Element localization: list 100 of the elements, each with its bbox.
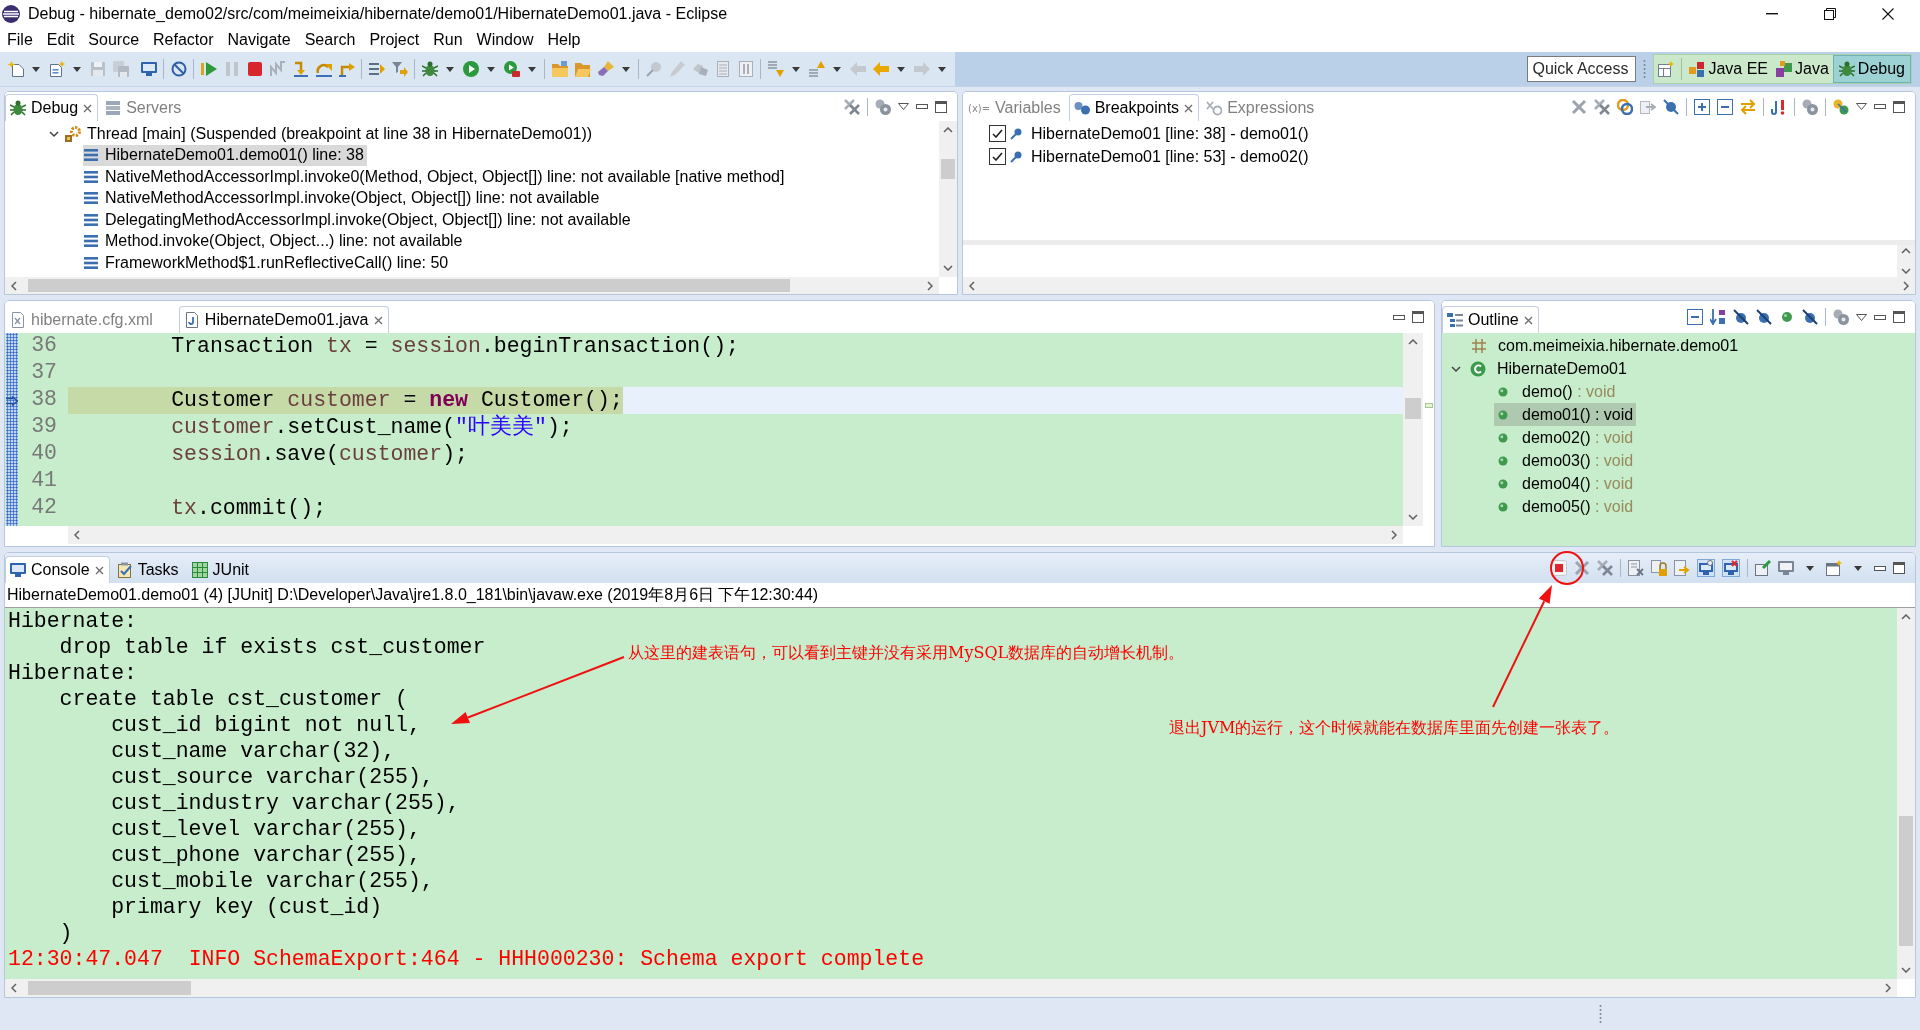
outline-method-item[interactable]: demo03() : void (1494, 449, 1637, 472)
vertical-scrollbar[interactable] (939, 121, 957, 277)
dropdown-caret-icon[interactable] (938, 66, 946, 72)
stack-frame-item[interactable]: NativeMethodAccessorImpl.invoke(Object, Object[]) line: not available (83, 187, 603, 209)
monitor-icon[interactable] (1778, 560, 1794, 576)
plus-box-icon[interactable] (1694, 98, 1710, 115)
chevron-down-icon[interactable] (1451, 363, 1461, 374)
breakpoint-item[interactable]: HibernateDemo01 [line: 38] - demo01() (1010, 123, 1309, 144)
up-chevron-icon[interactable] (1901, 614, 1911, 620)
menu-item[interactable]: Project (362, 30, 427, 49)
dropdown-caret-icon[interactable] (487, 66, 495, 72)
double-x-icon[interactable] (1594, 98, 1610, 115)
right-chevron-icon[interactable] (1391, 530, 1397, 540)
x-icon[interactable] (1571, 98, 1587, 115)
scrollbar-thumb[interactable] (941, 159, 955, 179)
tab[interactable]: Breakpoints (1068, 94, 1200, 121)
double-x-icon[interactable] (1597, 560, 1613, 576)
slashed-dot-icon[interactable] (1733, 309, 1749, 325)
dropdown-caret-icon[interactable] (528, 66, 536, 72)
slashed-circle-icon[interactable] (170, 61, 187, 77)
minimize-icon[interactable] (1874, 314, 1886, 320)
stack-frame-item[interactable]: Method.invoke(Object, Object...) line: not available (83, 230, 466, 252)
outline-method-item[interactable]: demo02() : void (1494, 426, 1637, 449)
left-chevron-icon[interactable] (74, 530, 80, 540)
new-window-icon[interactable] (1826, 560, 1842, 576)
tab[interactable]: Servers (100, 94, 188, 121)
view-menu-icon[interactable] (1856, 103, 1867, 110)
menu-item[interactable]: Refactor (146, 30, 221, 49)
outline-method-item[interactable]: demo() : void (1494, 380, 1619, 403)
discs-icon[interactable] (1833, 309, 1849, 325)
minus-box-icon[interactable] (1717, 98, 1733, 115)
horizontal-scrollbar[interactable] (5, 277, 939, 294)
dropdown-caret-icon[interactable] (1806, 565, 1814, 571)
play-case-icon[interactable] (503, 61, 520, 77)
dropdown-caret-icon[interactable] (897, 66, 905, 72)
perspective-button[interactable]: Java (1772, 55, 1833, 83)
tab[interactable]: Expressions (1201, 94, 1321, 121)
dot-icon[interactable] (1779, 309, 1795, 325)
tab[interactable]: Outline (1442, 306, 1539, 333)
minimize-icon[interactable] (1766, 12, 1778, 15)
horizontal-scrollbar[interactable] (68, 526, 1403, 544)
bent-arrow-icon[interactable] (292, 61, 309, 77)
discs-icon[interactable] (875, 98, 891, 115)
menu-item[interactable]: Help (540, 30, 588, 49)
down-chevron-icon[interactable] (1901, 268, 1911, 274)
stack-frame-item[interactable]: FrameworkMethod$1.runReflectiveCall() line: 50 (83, 252, 452, 274)
vertical-scrollbar[interactable] (1897, 608, 1915, 979)
bug-icon[interactable] (421, 61, 438, 77)
right-chevron-icon[interactable] (1903, 280, 1909, 291)
dropdown-caret-icon[interactable] (622, 66, 630, 72)
horizontal-scrollbar[interactable] (5, 979, 1897, 997)
brush-icon[interactable] (597, 61, 614, 77)
horizontal-scrollbar[interactable] (963, 277, 1915, 294)
up-chevron-icon[interactable] (1408, 339, 1418, 345)
play-circle-icon[interactable] (462, 61, 479, 77)
maximize-icon[interactable] (1412, 311, 1424, 323)
outline-item[interactable]: com.meimeixia.hibernate.demo01 (1471, 334, 1739, 357)
stack-frame-item[interactable]: HibernateDemo01.demo01() line: 38 (83, 144, 367, 166)
restore-icon[interactable] (1824, 7, 1836, 20)
monitor-pin-icon[interactable] (1697, 559, 1715, 577)
scrollbar-thumb[interactable] (28, 981, 191, 995)
lock-icon[interactable] (1651, 560, 1667, 576)
outline-item[interactable]: HibernateDemo01 (1470, 357, 1627, 380)
play-bar-icon[interactable] (200, 61, 217, 77)
tab[interactable]: (x)= Variables (963, 94, 1067, 121)
checkbox[interactable] (989, 148, 1006, 165)
dropdown-caret-icon[interactable] (792, 66, 800, 72)
down-chevron-icon[interactable] (1408, 514, 1418, 520)
view-menu-icon[interactable] (898, 103, 909, 110)
chevron-down-icon[interactable] (49, 128, 59, 139)
menu-item[interactable]: Source (81, 30, 147, 49)
document-x-icon[interactable] (1628, 560, 1644, 576)
slashed-dot-icon[interactable] (1756, 309, 1772, 325)
minimize-icon[interactable] (1874, 565, 1886, 571)
dropdown-caret-icon[interactable] (446, 66, 454, 72)
stack-frame-item[interactable]: NativeMethodAccessorImpl.invoke0(Method, Object, Object[]) line: not available [native method] (83, 166, 788, 188)
perspective-button[interactable]: Debug (1832, 55, 1911, 83)
sort-arrow-icon[interactable] (1710, 309, 1726, 325)
exclamation-icon[interactable] (1771, 98, 1787, 115)
down-chevron-icon[interactable] (943, 265, 953, 271)
view-menu-icon[interactable] (1856, 313, 1867, 321)
minimize-icon[interactable] (916, 104, 928, 109)
tab[interactable]: Tasks (111, 556, 185, 583)
dots-line-icon[interactable] (1833, 98, 1849, 115)
stop-icon[interactable] (246, 61, 263, 77)
maximize-icon[interactable] (1893, 100, 1905, 113)
funnel-arrow-icon[interactable] (391, 61, 408, 77)
maximize-icon[interactable] (935, 100, 947, 113)
tab[interactable]: Console (5, 556, 110, 583)
menu-item[interactable]: Search (297, 30, 363, 49)
outline-method-item[interactable]: demo01() : void (1494, 403, 1637, 426)
discs-icon[interactable] (1802, 98, 1818, 115)
window-sparkle-icon[interactable] (1658, 61, 1675, 77)
maximize-icon[interactable] (1893, 311, 1905, 323)
slashed-dot-icon[interactable] (1802, 309, 1818, 325)
document-arrow-icon[interactable] (1674, 560, 1690, 576)
minimize-icon[interactable] (1393, 314, 1405, 320)
dropdown-caret-icon[interactable] (1854, 565, 1862, 571)
up-chevron-icon[interactable] (943, 127, 953, 133)
double-x-icon[interactable] (844, 98, 860, 115)
